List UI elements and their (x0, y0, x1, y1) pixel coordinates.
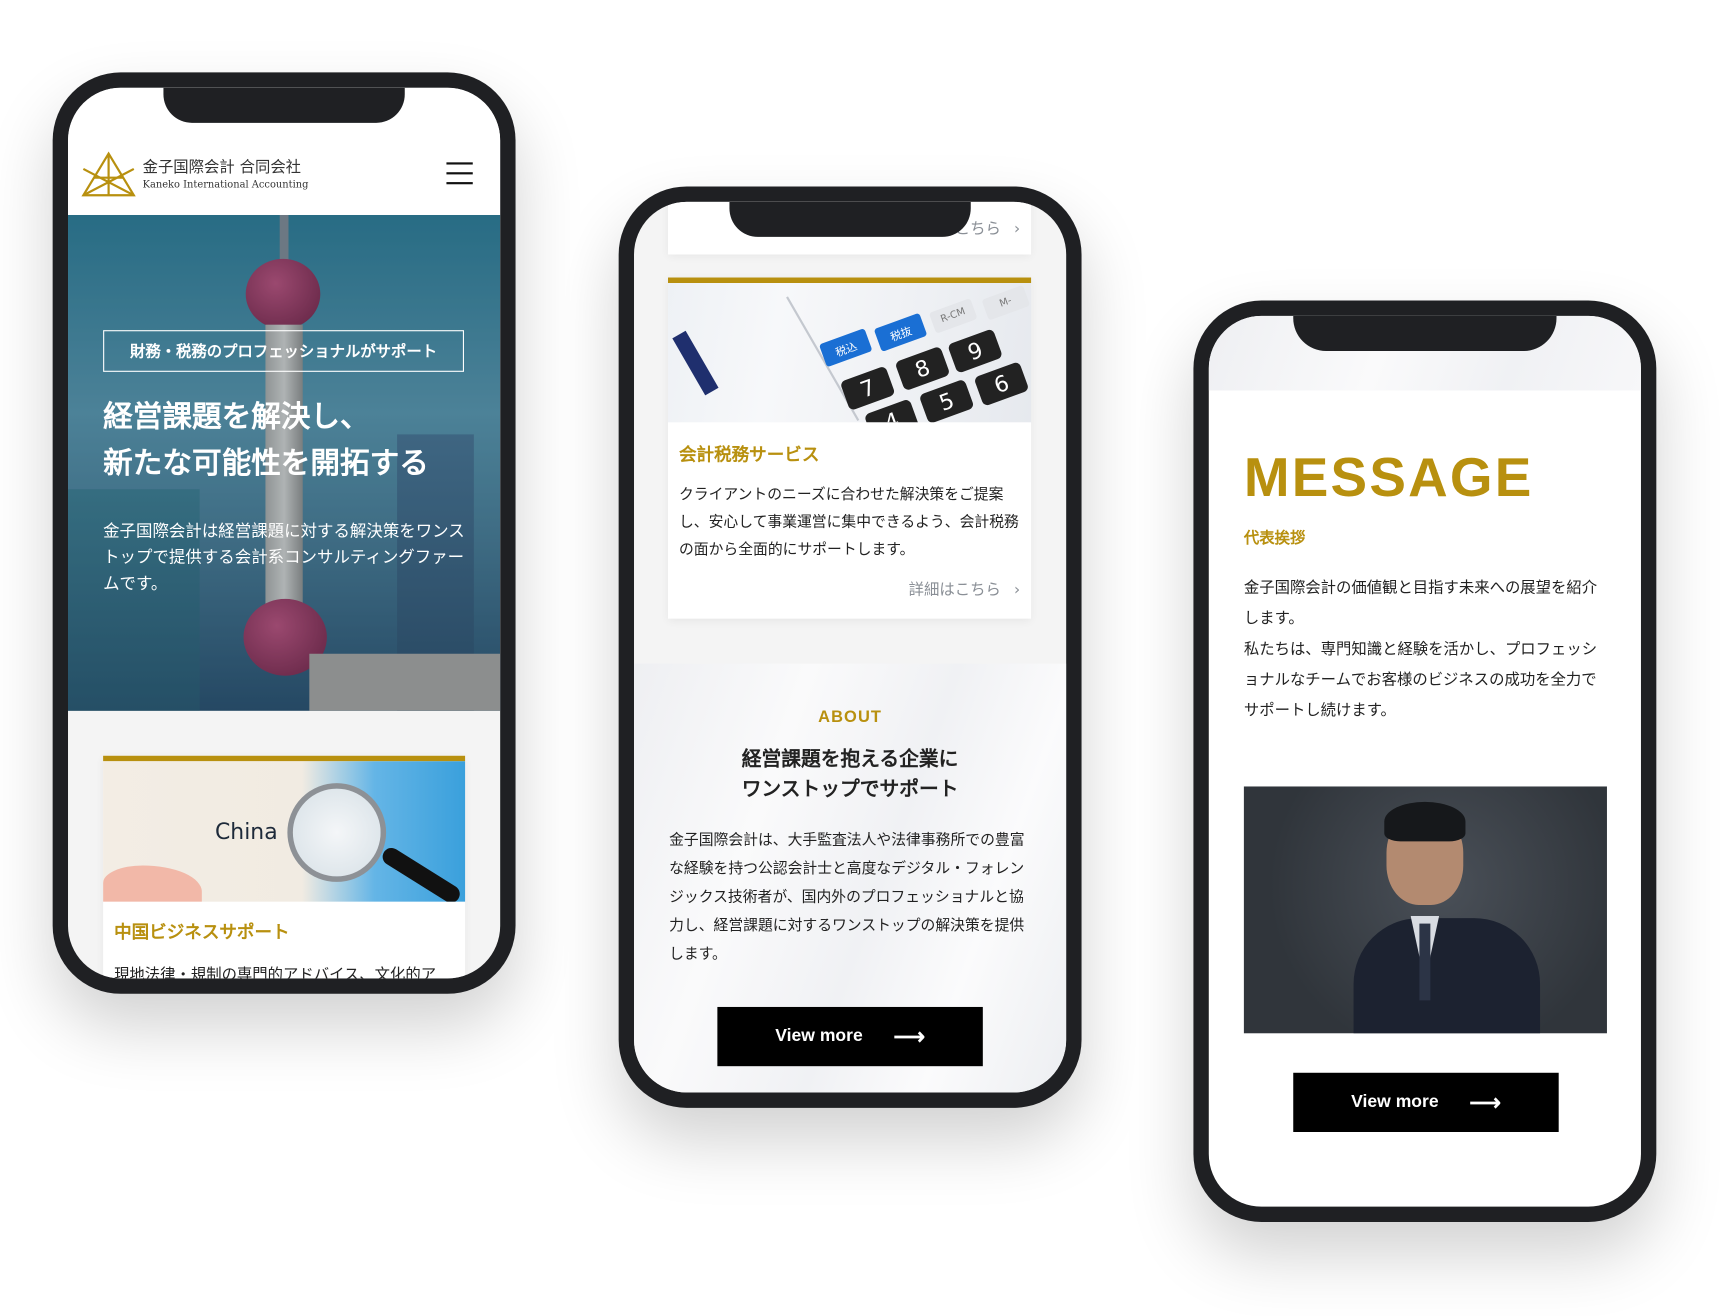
map-label-china: China (214, 818, 278, 845)
chevron-right-icon: › (1013, 581, 1021, 599)
phone-screen: 詳細はこちら› 税込 税抜 R-CM M- 7 8 9 4 5 6 会計税務サー… (634, 201, 1067, 1093)
calc-key: 8 (894, 345, 951, 392)
details-link[interactable]: 詳細はこちら› (909, 578, 1020, 600)
calc-key: 7 (839, 365, 896, 411)
phone-mockup-message: MESSAGE 代表挨拶 金子国際会計の価値観と目指す未来への展望を紹介します。… (1193, 300, 1657, 1222)
message-body-paragraph: 金子国際会計の価値観と目指す未来への展望を紹介します。 (1243, 579, 1598, 628)
about-view-more-button[interactable]: View more ⟶ (717, 1006, 983, 1067)
about-heading-line1: 経営課題を抱える企業に (741, 748, 959, 772)
card-body: 現地法律・規制の専門的アドバイス、文化的ア (114, 966, 437, 979)
chevron-right-icon: › (1013, 220, 1021, 239)
logo-icon[interactable] (81, 151, 136, 197)
calc-key: 6 (973, 361, 1030, 407)
phone-screen: 金子国際会計 合同会社 Kaneko International Account… (68, 87, 501, 979)
logo-name-en: Kaneko International Accounting (142, 179, 309, 191)
phone-screen: MESSAGE 代表挨拶 金子国際会計の価値観と目指す未来への展望を紹介します。… (1208, 315, 1641, 1207)
about-body: 金子国際会計は、大手監査法人や法律事務所での豊富な経験を持つ公認会計士と高度なデ… (669, 831, 1025, 964)
message-body: 金子国際会計の価値観と目指す未来への展望を紹介します。 私たちは、専門知識と経験… (1244, 573, 1608, 727)
hero-heading-line2: 新たな可能性を開拓する (103, 446, 429, 481)
arrow-right-icon: ⟶ (1469, 1090, 1501, 1115)
hero-section: 財務・税務のプロフェッショナルがサポート 経営課題を解決し、 新たな可能性を開拓… (68, 214, 501, 711)
calc-key: 税抜 (873, 312, 928, 352)
phone-notch (729, 201, 971, 237)
service-card-china[interactable]: China 中国ビジネスサポート 現地法律・規制の専門的アドバイス、文化的ア (103, 755, 466, 979)
about-eyebrow: ABOUT (818, 707, 883, 727)
message-title: MESSAGE (1243, 446, 1534, 508)
hero-heading: 経営課題を解決し、 新たな可能性を開拓する (103, 395, 429, 487)
hero-heading-line1: 経営課題を解決し、 (103, 400, 370, 435)
message-subtitle: 代表挨拶 (1243, 529, 1306, 548)
calc-key: 9 (947, 328, 1004, 374)
logo-name-ja[interactable]: 金子国際会計 合同会社 (143, 156, 301, 178)
about-heading: 経営課題を抱える企業に ワンストップでサポート (634, 745, 1066, 804)
china-map-image: China (103, 761, 466, 902)
about-section: ABOUT 経営課題を抱える企業に ワンストップでサポート 金子国際会計は、大手… (634, 663, 1067, 1093)
arrow-right-icon: ⟶ (893, 1025, 925, 1050)
phone-notch (1293, 315, 1557, 352)
about-heading-line2: ワンストップでサポート (741, 777, 959, 801)
message-body-paragraph: 私たちは、専門知識と経験を活かし、プロフェッショナルなチームでお客様のビジネスの… (1243, 640, 1598, 720)
calculator-image: 税込 税抜 R-CM M- 7 8 9 4 5 6 (668, 283, 1032, 423)
card-body: クライアントのニーズに合わせた解決策をご提案し、安心して事業運営に集中できるよう… (678, 485, 1019, 559)
magnifier-icon (287, 783, 387, 882)
hero-tagline: 財務・税務のプロフェッショナルがサポート (103, 330, 464, 372)
phone-mockup-services: 詳細はこちら› 税込 税抜 R-CM M- 7 8 9 4 5 6 会計税務サー… (618, 186, 1082, 1108)
phone-notch (163, 87, 405, 123)
representative-photo (1243, 786, 1607, 1034)
calc-key: M- (981, 284, 1031, 321)
phone-mockup-home: 金子国際会計 合同会社 Kaneko International Account… (52, 72, 516, 994)
calc-key: 税込 (818, 328, 873, 368)
calc-key: 5 (918, 378, 975, 423)
card-title: 中国ビジネスサポート (114, 921, 290, 943)
message-view-more-button[interactable]: View more ⟶ (1293, 1072, 1559, 1133)
calc-key: R-CM (928, 298, 978, 334)
service-card-accounting-tax[interactable]: 税込 税抜 R-CM M- 7 8 9 4 5 6 会計税務サービス クライアン… (668, 277, 1032, 619)
hamburger-menu-button[interactable] (446, 162, 473, 186)
card-title: 会計税務サービス (678, 444, 820, 466)
hero-description: 金子国際会計は経営課題に対する解決策をワンストップで提供する会計系コンサルティン… (103, 521, 465, 594)
